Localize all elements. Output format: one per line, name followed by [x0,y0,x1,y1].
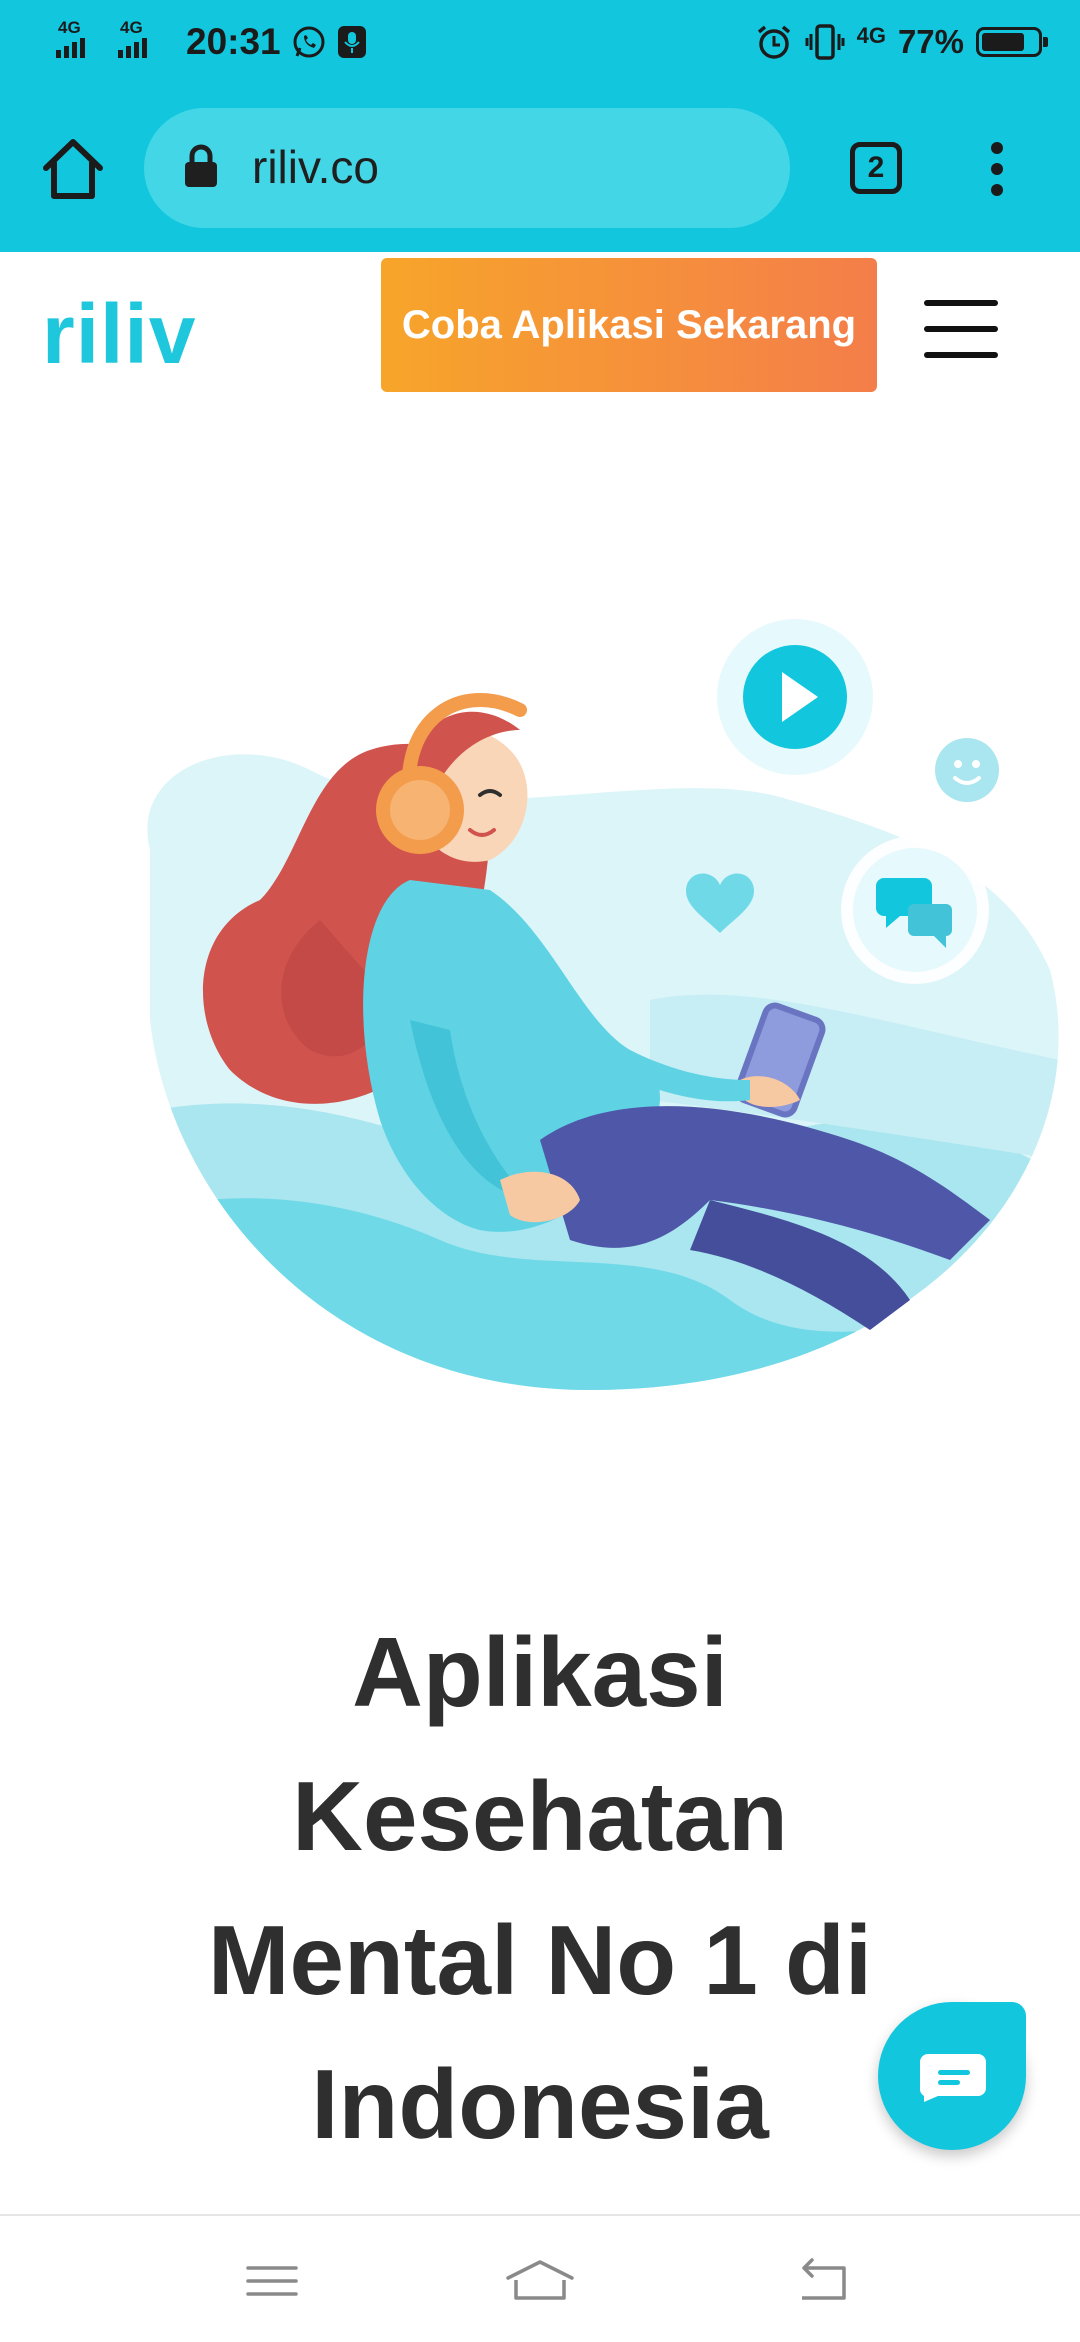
home-icon[interactable] [38,134,108,204]
address-bar[interactable]: riliv.co [144,108,790,228]
whatsapp-icon [293,26,325,58]
headline-line-2: Kesehatan [292,1761,788,1871]
signal-icon: 4G [56,18,108,62]
status-right: 4G 77% [755,14,1048,70]
headline-line-1: Aplikasi [352,1617,728,1727]
network-type-2: 4G [120,18,143,37]
mic-icon [337,26,366,58]
system-navigation-bar [0,2214,1080,2342]
smiley [935,738,999,802]
status-bar: 4G 4G 20:31 4G 77% [0,0,1080,84]
vibrate-icon [805,24,845,60]
signal-icon-2: 4G [118,18,170,62]
network-type-1: 4G [58,18,81,37]
headline-line-3: Mental No 1 di [207,1905,873,2015]
site-header: riliv Coba Aplikasi Sekarang [0,252,1080,402]
battery-fill [982,33,1024,51]
back-icon[interactable] [792,2256,852,2306]
try-app-button[interactable]: Coba Aplikasi Sekarang [381,258,877,392]
hamburger-menu-icon[interactable] [924,300,998,358]
network-type-3: 4G [856,23,886,48]
headline-line-4: Indonesia [311,2049,769,2159]
alarm-icon [757,25,790,59]
status-left: 4G 4G 20:31 [56,14,367,70]
tab-switcher-button[interactable]: 2 [850,142,902,194]
browser-toolbar: riliv.co 2 [0,84,1080,252]
battery-percent: 77% [897,23,964,60]
clock: 20:31 [186,21,281,62]
recent-apps-icon[interactable] [242,2256,302,2306]
lock-icon [185,144,217,187]
hero-illustration [147,605,1059,1390]
chat-button[interactable] [878,2002,1026,2150]
page-title: Aplikasi Kesehatan Mental No 1 di Indone… [140,1600,940,2176]
chat-icon [919,2054,986,2102]
url-text: riliv.co [252,141,379,193]
system-home-icon[interactable] [504,2256,576,2306]
riliv-logo[interactable]: riliv [42,292,196,376]
battery-icon [976,27,1048,57]
more-options-icon[interactable] [982,142,1012,202]
